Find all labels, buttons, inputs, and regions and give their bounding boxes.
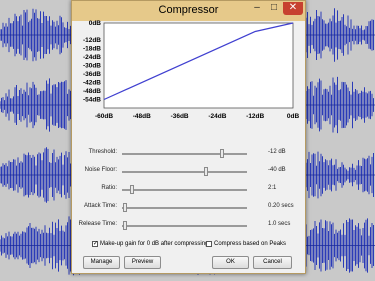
slider-value: 1.0 secs (268, 221, 291, 227)
slider-thumb[interactable] (203, 167, 208, 176)
slider-thumb[interactable] (122, 221, 127, 230)
slider-label: Threshold: (88, 149, 117, 155)
y-axis-label: -42dB (83, 80, 101, 87)
y-axis-label: 0dB (89, 20, 102, 27)
makeup-gain-checkbox[interactable]: ✓ (92, 241, 98, 247)
compress-peaks-checkbox[interactable] (206, 241, 212, 247)
slider-label: Noise Floor: (84, 167, 117, 173)
y-axis-label: -18dB (83, 46, 101, 53)
slider-value: 2:1 (268, 185, 277, 191)
compressor-dialog: Compressor – □ ✕ 0dB -12dB -18dB -24dB -30dB… (71, 0, 306, 274)
slider-thumb[interactable] (130, 185, 134, 194)
slider-thumb[interactable] (220, 149, 224, 158)
y-axis-label: -12dB (83, 37, 101, 44)
x-axis-label: -36dB (171, 113, 189, 120)
slider-track[interactable] (122, 189, 247, 191)
slider-track[interactable] (122, 153, 247, 155)
slider-value: -40 dB (268, 167, 286, 173)
y-axis-label: -30dB (83, 63, 101, 70)
cancel-button[interactable]: Cancel (253, 256, 292, 269)
x-axis-label: -12dB (246, 113, 264, 120)
slider-value: -12 dB (268, 149, 286, 155)
makeup-gain-label: Make-up gain for 0 dB after compressing (100, 241, 209, 247)
y-axis-label: -36dB (83, 71, 101, 78)
graph-plot-area (103, 22, 294, 109)
y-axis-label: -54dB (83, 97, 101, 104)
y-axis-label: -24dB (83, 54, 101, 61)
compress-peaks-label: Compress based on Peaks (214, 241, 287, 247)
x-axis-label: -60dB (95, 113, 113, 120)
y-axis-label: -48dB (83, 88, 101, 95)
compression-curve-graph: 0dB-12dB-18dB-24dB-30dB-36dB-42dB-48dB-5… (83, 20, 300, 120)
x-axis-label: -48dB (133, 113, 151, 120)
x-axis-label: 0dB (287, 113, 300, 120)
manage-button[interactable]: Manage (83, 256, 120, 269)
slider-label: Release Time: (78, 221, 117, 227)
x-axis-label: -24dB (208, 113, 226, 120)
preview-button[interactable]: Preview (124, 256, 161, 269)
slider-label: Ratio: (101, 185, 117, 191)
slider-track[interactable] (122, 225, 247, 227)
slider-thumb[interactable] (122, 203, 127, 212)
slider-track[interactable] (122, 207, 247, 209)
slider-value: 0.20 secs (268, 203, 294, 209)
slider-track[interactable] (122, 171, 247, 173)
ok-button[interactable]: OK (212, 256, 249, 269)
slider-label: Attack Time: (83, 203, 117, 209)
